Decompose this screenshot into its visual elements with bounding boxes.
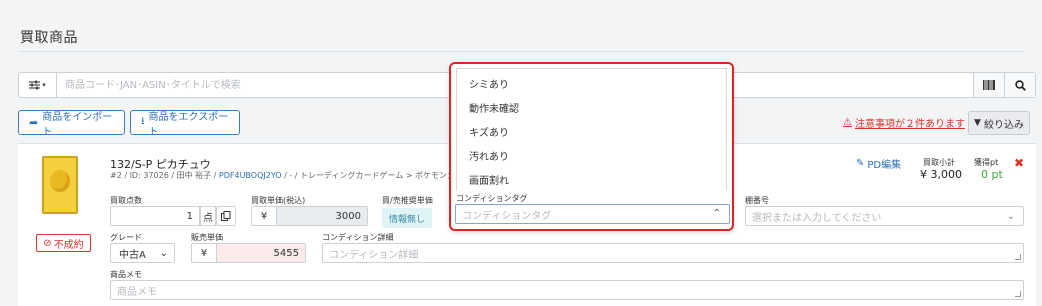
subtotal-value: ¥ 3,000 — [920, 168, 962, 181]
sliders-icon — [29, 80, 41, 90]
condition-detail-textarea[interactable]: コンディション詳細 — [322, 243, 1024, 263]
condition-tag-options: シミあり 動作未確認 キズあり 汚れあり 画面割れ — [456, 68, 727, 191]
warning-icon: ⚠ — [843, 117, 852, 128]
ban-icon: ⊘ — [43, 237, 52, 249]
copy-button[interactable] — [216, 206, 236, 226]
memo-textarea[interactable]: 商品メモ — [110, 280, 1024, 300]
resize-handle[interactable] — [1015, 291, 1021, 297]
share-arrow-icon: ➦ — [29, 116, 39, 129]
quantity-input[interactable]: 1 — [110, 206, 200, 226]
notice-link[interactable]: ⚠ 注意事項が２件あります — [843, 115, 965, 130]
chevron-down-icon: ⌄ — [159, 247, 168, 259]
product-thumbnail[interactable] — [42, 156, 78, 214]
condition-option[interactable]: 動作未確認 — [457, 98, 726, 122]
yen-prefix: ¥ — [251, 206, 277, 226]
condition-option[interactable]: 画面割れ — [457, 170, 726, 194]
search-button[interactable] — [1004, 73, 1035, 97]
unit-price-input[interactable]: 3000 — [276, 206, 368, 226]
chevron-down-icon: ▾ — [42, 81, 46, 89]
sale-price-input[interactable]: 5455 — [216, 243, 306, 263]
unit-price-label: 買取単価(税込) — [251, 196, 306, 205]
search-icon — [1014, 79, 1026, 91]
memo-label: 商品メモ — [110, 270, 142, 279]
condition-option[interactable]: キズあり — [457, 122, 726, 146]
copy-icon — [221, 211, 231, 221]
chevron-down-icon: ⌄ — [1006, 210, 1015, 222]
condition-tag-dropdown: シミあり 動作未確認 キズあり 汚れあり 画面割れ コンディションタグ コンディ… — [449, 62, 734, 231]
title-divider — [18, 51, 1024, 52]
sale-price-label: 販売単価 — [191, 233, 223, 242]
condition-option[interactable]: 汚れあり — [457, 146, 726, 170]
shelf-number-label: 棚番号 — [745, 196, 769, 205]
delete-icon[interactable]: ✖ — [1014, 156, 1024, 170]
barcode-icon — [983, 80, 995, 90]
shelf-number-select[interactable]: 選択または入力してください ⌄ — [745, 206, 1024, 226]
filter-mode-toggle[interactable]: ▾ — [19, 73, 57, 97]
points-label: 獲得pt — [974, 158, 999, 167]
chevron-up-icon: ⌃ — [712, 208, 721, 219]
recommend-price-label: 買/売推奨単価 — [382, 196, 433, 205]
grade-label: グレード — [110, 233, 142, 242]
quantity-unit: 点 — [200, 206, 216, 226]
yen-prefix: ¥ — [191, 243, 217, 263]
points-value: 0 pt — [981, 168, 1003, 181]
funnel-icon: ▼ — [974, 118, 981, 128]
condition-option[interactable]: シミあり — [457, 74, 726, 98]
pd-edit-link[interactable]: ✎ PD編集 — [856, 156, 901, 171]
status-badge[interactable]: ⊘ 不成約 — [36, 234, 91, 252]
import-products-button[interactable]: ➦ 商品をインポート — [18, 110, 125, 138]
page-title: 買取商品 — [20, 30, 78, 46]
condition-tag-label: コンディションタグ — [456, 194, 528, 203]
pencil-icon: ✎ — [856, 158, 865, 169]
filter-button[interactable]: ▼ 絞り込み — [968, 111, 1030, 135]
item-meta: #2 / ID: 37026 / 田中 裕子 / PDF4UBOQJ2YO / … — [110, 171, 495, 180]
grade-select[interactable]: 中古A ⌄ — [110, 243, 175, 263]
subtotal-label: 買取小計 — [923, 158, 955, 167]
recommend-price-value: 情報無し — [382, 208, 432, 228]
quantity-label: 買取点数 — [110, 196, 142, 205]
condition-tag-select[interactable]: コンディションタグ ⌃ — [455, 204, 730, 224]
export-products-button[interactable]: ⭳ 商品をエクスポート — [130, 110, 240, 138]
barcode-scan-button[interactable] — [973, 73, 1004, 97]
condition-detail-label: コンディション詳細 — [322, 233, 394, 242]
resize-handle[interactable] — [1015, 254, 1021, 260]
product-code-link[interactable]: PDF4UBOQJ2YO — [219, 171, 282, 180]
download-icon: ⭳ — [141, 116, 145, 127]
